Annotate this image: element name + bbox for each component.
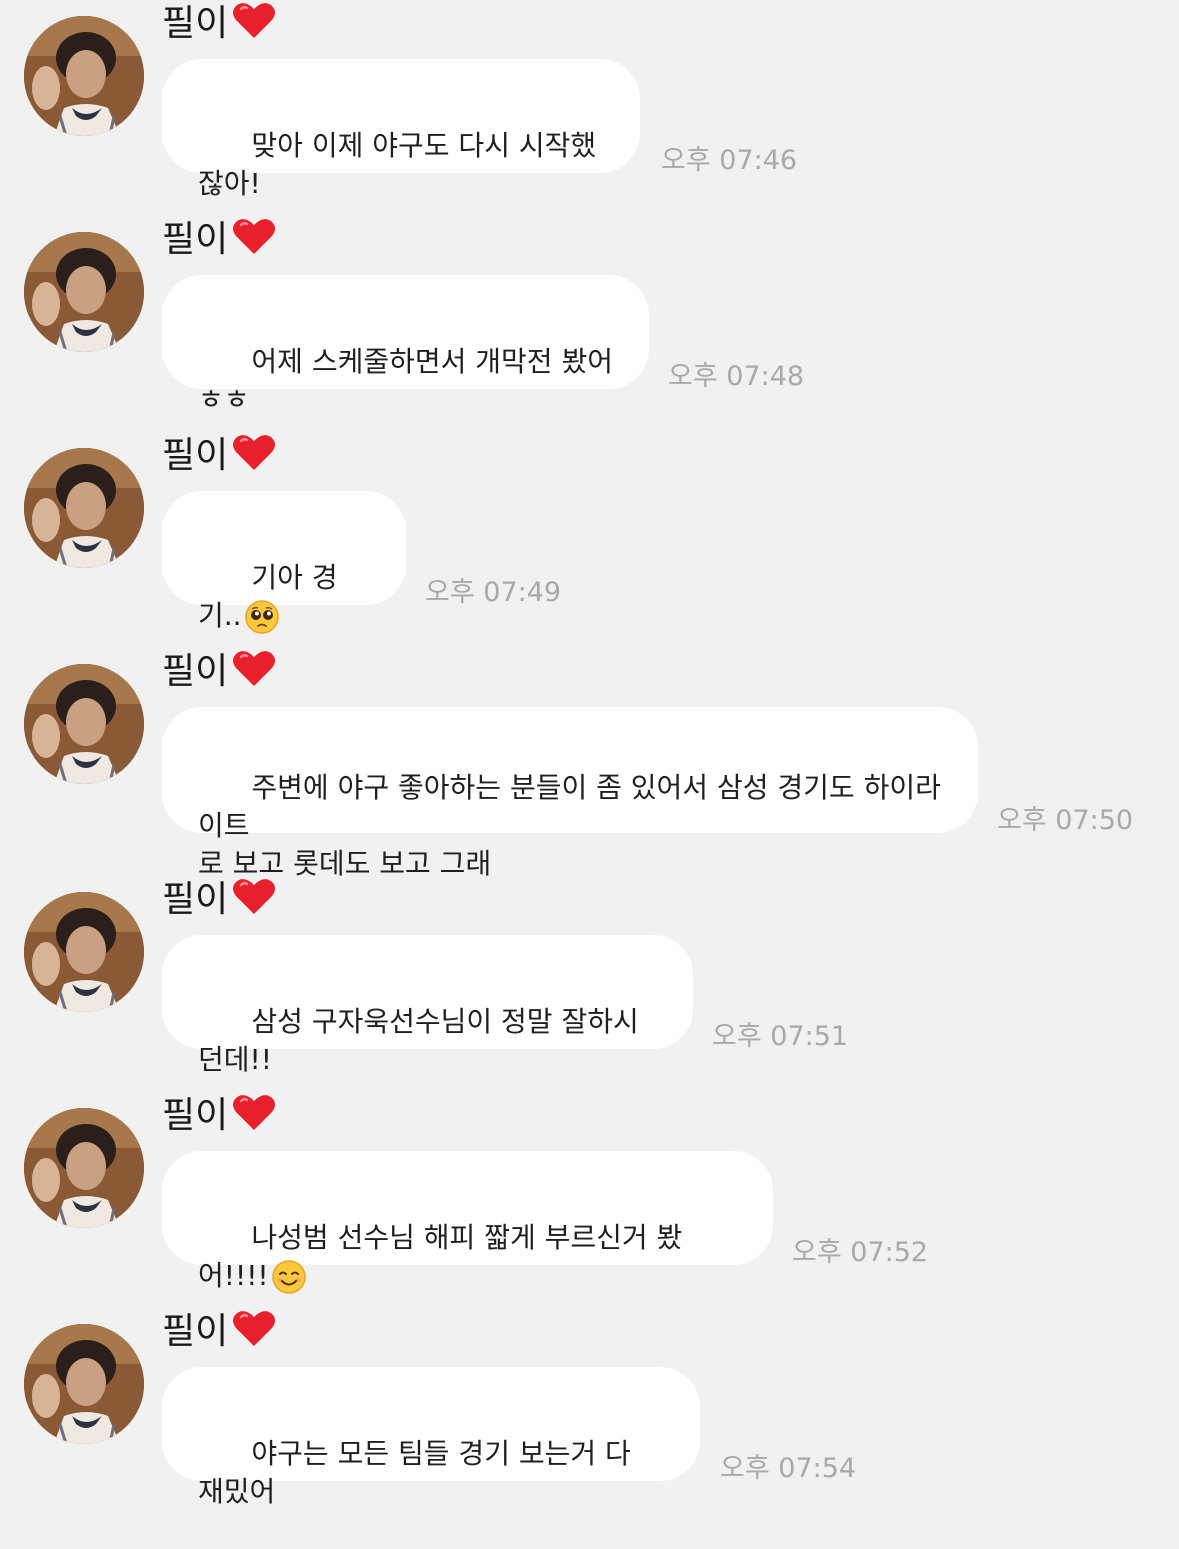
sender-name-text: 필이	[162, 1095, 229, 1136]
avatar-photo	[24, 448, 144, 568]
chat-message: 필이 주변에 야구 좋아하는 분들이 좀 있어서 삼성 경기도 하이라이트 로 …	[0, 648, 1179, 888]
avatar[interactable]	[24, 892, 144, 1012]
red-heart-icon	[233, 1311, 276, 1346]
avatar[interactable]	[24, 16, 144, 136]
red-heart-icon	[233, 1095, 276, 1130]
message-bubble[interactable]: 삼성 구자욱선수님이 정말 잘하시던데!!	[162, 935, 693, 1076]
message-text: 야구는 모든 팀들 경기 보는거 다 재밌어	[198, 1437, 640, 1508]
sender-name-text: 필이	[162, 651, 229, 692]
sender-name: 필이	[162, 640, 276, 696]
message-time: 오후 07:54	[720, 1453, 857, 1484]
message-time: 오후 07:46	[661, 145, 798, 176]
message-bubble[interactable]: 기아 경기..	[162, 491, 406, 634]
message-bubble[interactable]: 나성범 선수님 해피 짧게 부르신거 봤어!!!!	[162, 1151, 773, 1294]
sender-name: 필이	[162, 868, 276, 924]
red-heart-icon	[233, 3, 276, 39]
chat-message: 필이 맞아 이제 야구도 다시 시작했잖아! 오후 07:46	[0, 0, 1179, 216]
red-heart-icon	[233, 219, 276, 254]
red-heart-icon	[233, 435, 276, 470]
chat-thread: 필이 맞아 이제 야구도 다시 시작했잖아! 오후 07:46 필이 어제 스케…	[0, 0, 1179, 1533]
smiling-face-emoji	[271, 1260, 306, 1294]
pleading-face-emoji	[244, 600, 279, 634]
avatar[interactable]	[24, 1324, 144, 1444]
message-bubble[interactable]: 맞아 이제 야구도 다시 시작했잖아!	[162, 59, 640, 200]
avatar-photo	[24, 16, 144, 136]
avatar-photo	[24, 892, 144, 1012]
sender-name: 필이	[162, 208, 276, 264]
sender-name: 필이	[162, 1084, 276, 1140]
message-time: 오후 07:49	[425, 577, 562, 608]
message-time: 오후 07:48	[668, 361, 805, 392]
message-text: 어제 스케줄하면서 개막전 봤어ㅎㅎ	[198, 345, 613, 416]
message-text: 맞아 이제 야구도 다시 시작했잖아!	[198, 129, 597, 200]
avatar-photo	[24, 232, 144, 352]
chat-message: 필이 어제 스케줄하면서 개막전 봤어ㅎㅎ 오후 07:48	[0, 216, 1179, 432]
sender-name: 필이	[162, 0, 276, 48]
sender-name-text: 필이	[162, 3, 229, 44]
sender-name-text: 필이	[162, 1311, 229, 1352]
sender-name: 필이	[162, 1300, 276, 1356]
avatar-photo	[24, 664, 144, 784]
avatar-photo	[24, 1108, 144, 1228]
avatar[interactable]	[24, 448, 144, 568]
sender-name: 필이	[162, 424, 276, 480]
message-bubble[interactable]: 야구는 모든 팀들 경기 보는거 다 재밌어	[162, 1367, 700, 1508]
avatar[interactable]	[24, 232, 144, 352]
sender-name-text: 필이	[162, 879, 229, 920]
message-text: 주변에 야구 좋아하는 분들이 좀 있어서 삼성 경기도 하이라이트 로 보고 …	[198, 771, 941, 880]
avatar[interactable]	[24, 664, 144, 784]
message-text: 삼성 구자욱선수님이 정말 잘하시던데!!	[198, 1005, 639, 1076]
message-bubble[interactable]: 주변에 야구 좋아하는 분들이 좀 있어서 삼성 경기도 하이라이트 로 보고 …	[162, 707, 978, 880]
chat-message: 필이 기아 경기.. 오후 07:49	[0, 432, 1179, 648]
red-heart-icon	[233, 879, 276, 914]
message-time: 오후 07:51	[712, 1021, 849, 1052]
chat-message: 필이 야구는 모든 팀들 경기 보는거 다 재밌어 오후 07:54	[0, 1308, 1179, 1524]
chat-message: 필이 나성범 선수님 해피 짧게 부르신거 봤어!!!! 오후 07:52	[0, 1092, 1179, 1308]
chat-message: 필이 삼성 구자욱선수님이 정말 잘하시던데!! 오후 07:51	[0, 876, 1179, 1092]
sender-name-text: 필이	[162, 435, 229, 476]
message-bubble[interactable]: 어제 스케줄하면서 개막전 봤어ㅎㅎ	[162, 275, 649, 416]
avatar[interactable]	[24, 1108, 144, 1228]
message-time: 오후 07:50	[997, 805, 1134, 836]
avatar-photo	[24, 1324, 144, 1444]
red-heart-icon	[233, 651, 276, 686]
message-time: 오후 07:52	[792, 1237, 929, 1268]
sender-name-text: 필이	[162, 219, 229, 260]
